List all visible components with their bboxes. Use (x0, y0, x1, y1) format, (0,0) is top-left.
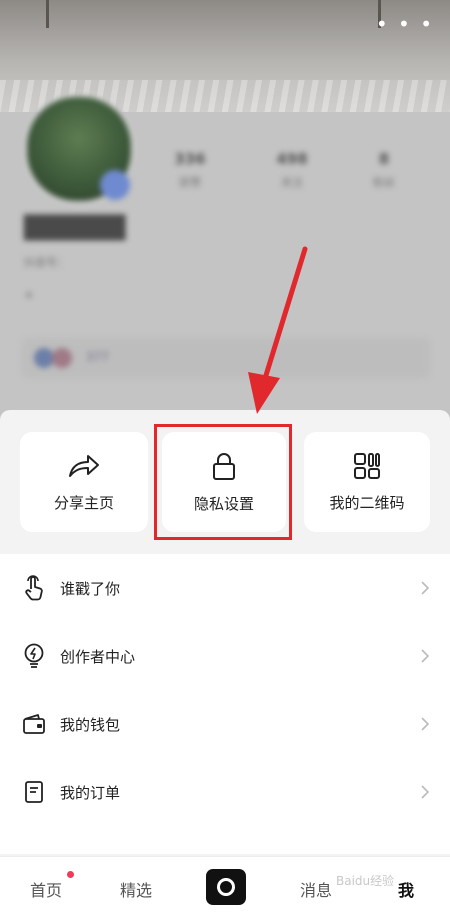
my-qrcode-button[interactable]: 我的二维码 (304, 432, 430, 532)
friends-bar[interactable]: 377 (22, 338, 430, 378)
tab-featured[interactable]: 精选 (120, 877, 152, 901)
poke-hand-icon (22, 575, 46, 601)
watermark: Baidu经验 (336, 874, 395, 888)
profile-area: 336 获赞 498 关注 8 粉丝 ██████ 抖音号： + 377 (0, 94, 450, 440)
stat-followers[interactable]: 8 粉丝 (354, 150, 414, 190)
share-profile-label: 分享主页 (53, 493, 114, 512)
stat-followers-num: 8 (378, 150, 390, 168)
stat-following-num: 498 (276, 150, 308, 168)
menu-item-label: 我的钱包 (60, 715, 121, 734)
stat-following[interactable]: 498 关注 (262, 150, 322, 190)
menu-item-my-wallet[interactable]: 我的钱包 (0, 690, 450, 758)
cover-tree (46, 0, 49, 28)
friends-text: 377 (86, 350, 109, 364)
tab-messages[interactable]: 消息 (300, 877, 332, 901)
stat-followers-label: 粉丝 (373, 176, 395, 189)
add-avatar-icon[interactable] (100, 170, 130, 200)
bulb-icon (22, 643, 46, 668)
annotation-highlight-box (154, 424, 292, 540)
friend-avatar (34, 348, 54, 368)
order-icon (22, 780, 46, 804)
chevron-right-icon (421, 581, 430, 595)
stat-likes-label: 获赞 (179, 176, 201, 189)
menu-item-label: 谁戳了你 (60, 579, 121, 598)
menu-item-who-poked-you[interactable]: 谁戳了你 (0, 554, 450, 622)
nickname: ██████ (24, 216, 126, 241)
chevron-right-icon (421, 717, 430, 731)
share-profile-button[interactable]: 分享主页 (20, 432, 148, 532)
account-id: 抖音号： (24, 256, 68, 269)
share-icon (67, 452, 101, 480)
profile-background: • • • 336 获赞 498 关注 8 粉丝 ██████ 抖音号： + 3… (0, 0, 450, 440)
friend-avatar (52, 348, 72, 368)
chevron-right-icon (421, 649, 430, 663)
menu-item-label: 我的订单 (60, 783, 121, 802)
profile-menu-sheet: 分享主页 隐私设置 我的二维码 谁戳了你 创作者中心 我的钱包 我的订单 (0, 410, 450, 920)
menu-item-label: 创作者中心 (60, 647, 136, 666)
menu-item-my-orders[interactable]: 我的订单 (0, 758, 450, 826)
stat-likes-num: 336 (174, 150, 206, 168)
menu-item-creator-center[interactable]: 创作者中心 (0, 622, 450, 690)
chevron-right-icon (421, 785, 430, 799)
stat-likes[interactable]: 336 获赞 (160, 150, 220, 190)
camera-button[interactable] (206, 869, 246, 905)
tab-home[interactable]: 首页 (30, 877, 62, 901)
notification-dot (67, 871, 74, 878)
wallet-icon (22, 712, 46, 736)
profile-card: 336 获赞 498 关注 8 粉丝 ██████ 抖音号： + 377 (0, 94, 450, 440)
tab-me[interactable]: 我 (398, 877, 414, 901)
quick-actions: 分享主页 隐私设置 我的二维码 (0, 410, 450, 554)
more-dots-icon[interactable]: • • • (376, 12, 434, 36)
camera-icon (217, 878, 235, 896)
my-qrcode-label: 我的二维码 (329, 493, 405, 512)
stat-following-label: 关注 (281, 176, 303, 189)
qrcode-icon (353, 452, 381, 480)
menu-list: 谁戳了你 创作者中心 我的钱包 我的订单 (0, 554, 450, 854)
profile-tag[interactable]: + (24, 288, 34, 302)
